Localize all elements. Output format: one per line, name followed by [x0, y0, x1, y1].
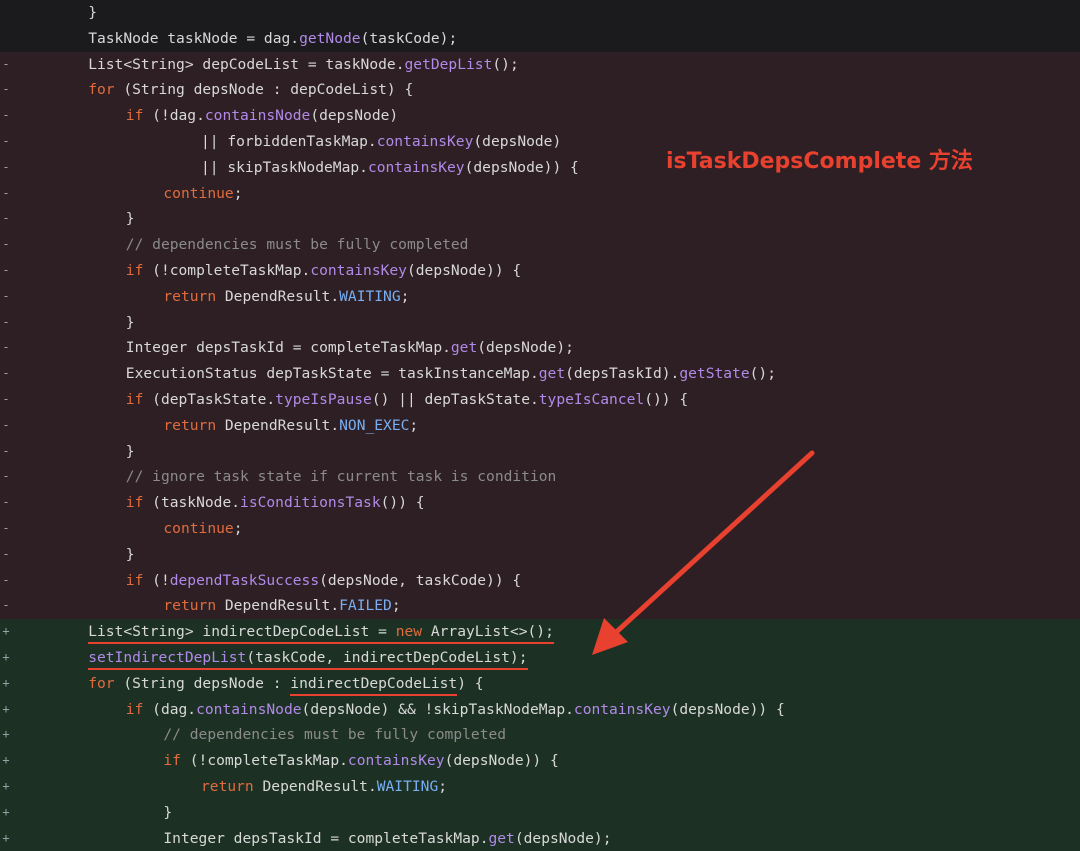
arrow-shaft [612, 453, 812, 636]
red-arrow-annotation [0, 0, 1080, 841]
